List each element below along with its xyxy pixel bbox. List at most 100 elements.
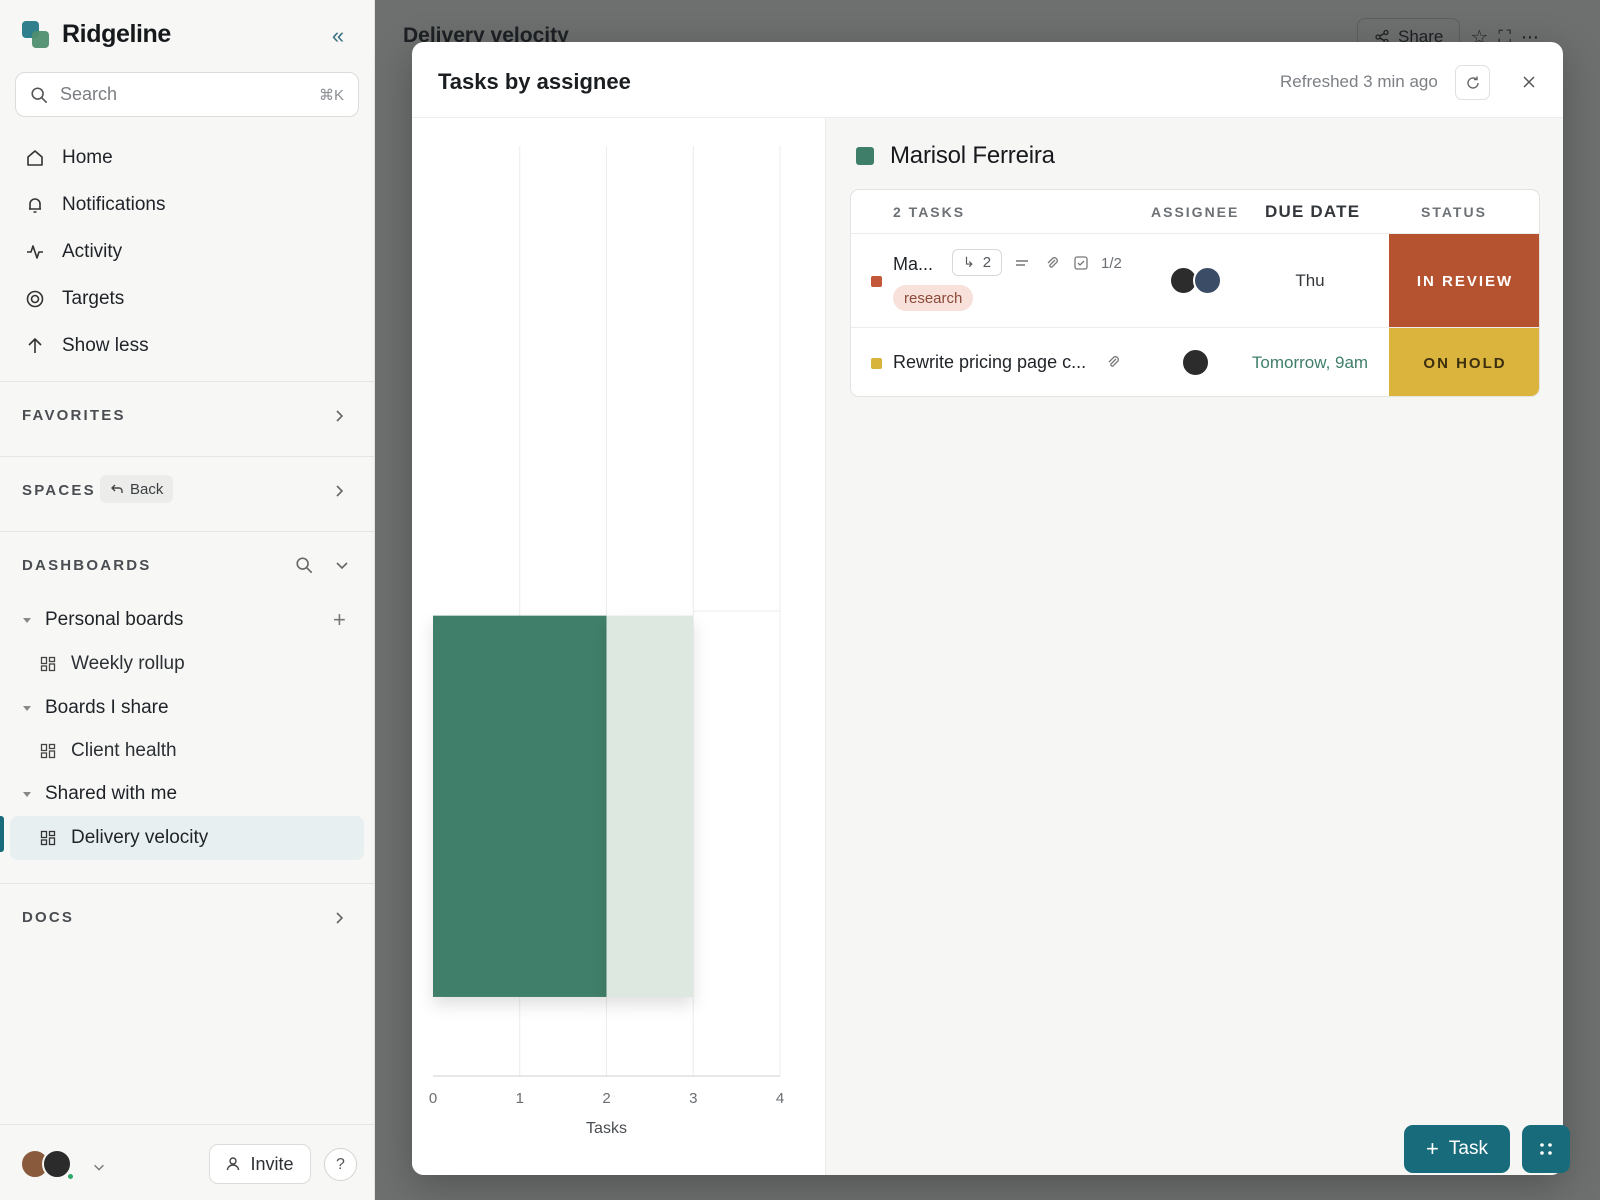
status-badge[interactable]: IN REVIEW xyxy=(1389,234,1539,328)
attachment-icon[interactable] xyxy=(1044,255,1060,271)
nav-label: Notifications xyxy=(62,193,166,215)
plus-icon: + xyxy=(1426,1136,1439,1161)
tag-chip[interactable]: research xyxy=(893,285,974,311)
tree-group-shared-with-me[interactable]: Shared with me xyxy=(0,772,364,816)
column-header-due-date[interactable]: DUE DATE xyxy=(1265,190,1360,233)
home-icon xyxy=(27,149,43,166)
nav-notifications[interactable]: Notifications xyxy=(15,181,365,228)
tree-item-client-health[interactable]: Client health xyxy=(0,729,364,773)
main-nav: Home Notifications Activity Targets Show… xyxy=(15,134,365,369)
docs-title: DOCS xyxy=(22,909,75,926)
bar-segment xyxy=(606,615,694,997)
nav-activity[interactable]: Activity xyxy=(15,228,365,275)
avatar[interactable] xyxy=(1181,348,1210,377)
docs-section[interactable]: DOCS xyxy=(0,883,375,958)
chevron-down-icon[interactable] xyxy=(334,557,350,573)
assignee-header: Marisol Ferreira xyxy=(856,142,1055,170)
app-logo xyxy=(22,20,50,49)
task-table: 2 TASKS ASSIGNEE DUE DATE STATUS Ma... ↳… xyxy=(850,189,1540,397)
favorites-title: FAVORITES xyxy=(22,407,126,424)
nav-label: Targets xyxy=(62,287,125,309)
checklist-icon[interactable] xyxy=(1073,255,1089,271)
x-tick-label: 2 xyxy=(602,1090,610,1107)
subtasks-chip[interactable]: ↳ 2 xyxy=(952,249,1003,276)
nav-home[interactable]: Home xyxy=(15,134,365,181)
search-icon[interactable] xyxy=(295,556,313,574)
tree-item-weekly-rollup[interactable]: Weekly rollup xyxy=(0,642,364,686)
grid-dots-icon xyxy=(1540,1143,1552,1155)
plus-icon[interactable]: + xyxy=(333,607,346,633)
search-placeholder: Search xyxy=(60,84,118,104)
search-shortcut: ⌘K xyxy=(318,86,344,104)
subtask-icon: ↳ xyxy=(963,254,975,270)
chevron-right-icon[interactable] xyxy=(331,408,347,424)
chart-pane: 0 1 2 3 4 Tasks xyxy=(412,118,826,1175)
back-arrow-icon xyxy=(111,484,123,493)
bell-icon xyxy=(29,197,41,213)
task-name[interactable]: Rewrite pricing page c... xyxy=(893,352,1086,373)
add-task-label: Task xyxy=(1448,1138,1488,1159)
close-button[interactable] xyxy=(1517,70,1541,94)
column-header-status[interactable]: STATUS xyxy=(1421,190,1487,233)
description-icon xyxy=(1016,260,1028,266)
assignee-color-swatch xyxy=(856,147,874,165)
x-tick-label: 3 xyxy=(689,1090,697,1107)
status-badge[interactable]: ON HOLD xyxy=(1389,328,1539,396)
invite-button[interactable]: Invite xyxy=(209,1144,311,1184)
close-icon xyxy=(1523,76,1535,88)
column-header-assignee[interactable]: ASSIGNEE xyxy=(1151,190,1239,233)
brand[interactable]: Ridgeline xyxy=(22,20,171,49)
modal-header: Tasks by assignee Refreshed 3 min ago xyxy=(412,42,1563,118)
caret-down-icon[interactable] xyxy=(23,705,31,711)
add-user-icon xyxy=(227,1157,240,1171)
apps-button[interactable] xyxy=(1522,1125,1570,1173)
nav-label: Home xyxy=(62,146,113,168)
search-icon xyxy=(31,86,48,103)
x-tick-label: 4 xyxy=(776,1090,784,1107)
active-indicator xyxy=(0,816,4,852)
tree-item-label: Delivery velocity xyxy=(71,827,209,848)
subtasks-count: 2 xyxy=(982,254,992,271)
collapse-sidebar-icon[interactable]: « xyxy=(326,24,350,48)
chevron-right-icon[interactable] xyxy=(331,910,347,926)
table-row[interactable]: Rewrite pricing page c... Tomorrow, 9am … xyxy=(851,327,1539,396)
bar-segment xyxy=(433,615,607,997)
refresh-button[interactable] xyxy=(1455,65,1490,100)
back-label: Back xyxy=(130,480,164,498)
invite-label: Invite xyxy=(250,1153,294,1174)
tree-group-boards-i-share[interactable]: Boards I share xyxy=(0,686,364,730)
tasks-bar-chart: 0 1 2 3 4 Tasks xyxy=(429,146,784,1137)
task-name[interactable]: Ma... xyxy=(893,254,933,275)
search-input[interactable]: Search ⌘K xyxy=(15,72,359,117)
due-date[interactable]: Thu xyxy=(1242,271,1378,291)
x-axis-title: Tasks xyxy=(586,1120,627,1137)
caret-down-icon[interactable] xyxy=(23,791,31,797)
chevron-right-icon[interactable] xyxy=(331,483,347,499)
add-task-button[interactable]: + Task xyxy=(1404,1125,1510,1173)
nav-targets[interactable]: Targets xyxy=(15,275,365,322)
sidebar: Ridgeline « Search ⌘K Home Notifications… xyxy=(0,0,375,1200)
tree-item-label: Client health xyxy=(71,740,177,761)
assignee-name: Marisol Ferreira xyxy=(890,142,1055,169)
chevron-down-icon[interactable] xyxy=(92,1160,106,1174)
help-button[interactable]: ? xyxy=(324,1148,357,1181)
x-tick-label: 0 xyxy=(429,1090,437,1107)
due-date[interactable]: Tomorrow, 9am xyxy=(1242,353,1378,373)
tree-group-personal-boards[interactable]: Personal boards + xyxy=(0,598,364,642)
dashboard-icon xyxy=(40,743,56,759)
spaces-back-button[interactable]: Back xyxy=(100,475,174,503)
tasks-modal: Tasks by assignee Refreshed 3 min ago 0 1… xyxy=(412,42,1563,1175)
caret-down-icon[interactable] xyxy=(23,617,31,623)
app-name: Ridgeline xyxy=(62,20,171,48)
nav-show-less[interactable]: Show less xyxy=(15,322,365,369)
priority-flag xyxy=(871,358,882,369)
table-row[interactable]: Ma... ↳ 2 1/2 research Thu IN REVIEW xyxy=(851,233,1539,328)
modal-title: Tasks by assignee xyxy=(438,69,631,94)
favorites-section[interactable]: FAVORITES xyxy=(0,381,375,456)
arrow-up-icon xyxy=(28,337,42,353)
dashboards-title: DASHBOARDS xyxy=(22,557,152,574)
spaces-section[interactable]: SPACES Back xyxy=(0,456,375,531)
attachment-icon[interactable] xyxy=(1105,354,1121,370)
avatar[interactable] xyxy=(1193,266,1222,295)
tree-item-delivery-velocity[interactable]: Delivery velocity xyxy=(10,816,364,860)
